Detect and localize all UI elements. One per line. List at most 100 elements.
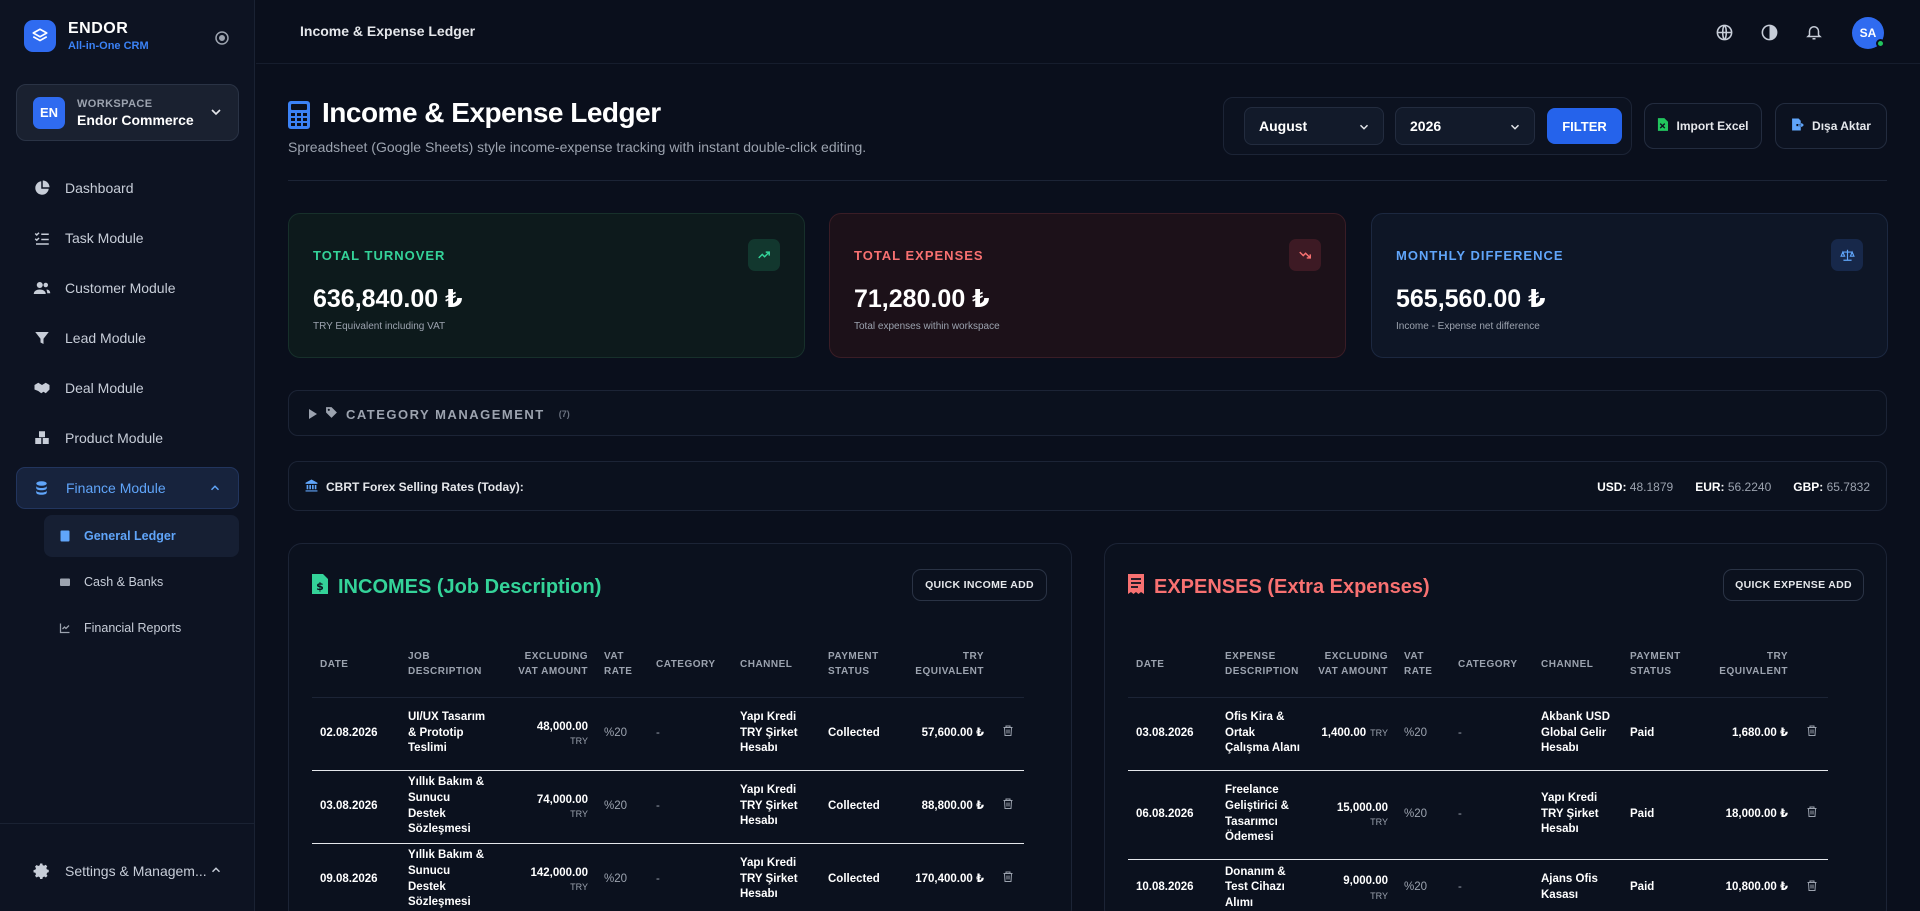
cell-amount[interactable]: 142,000.00 TRY <box>494 843 596 911</box>
table-row[interactable]: 03.08.2026 Ofis Kira & Ortak Çalışma Ala… <box>1128 697 1828 771</box>
cell-date[interactable]: 02.08.2026 <box>312 697 400 771</box>
cell-status[interactable]: Collected <box>820 770 902 844</box>
table-row[interactable]: 02.08.2026 UI/UX Tasarım & Prototip Tesl… <box>312 697 1024 771</box>
col-category[interactable]: CATEGORY <box>648 632 732 698</box>
sidebar-subitem-cash-banks[interactable]: Cash & Banks <box>44 561 239 603</box>
trash-icon[interactable] <box>1796 697 1828 771</box>
cell-date[interactable]: 06.08.2026 <box>1128 770 1217 860</box>
month-select[interactable]: August <box>1244 107 1384 145</box>
table-row[interactable]: 10.08.2026 Donanım & Test Cihazı Alımı 9… <box>1128 859 1828 911</box>
cell-vat[interactable]: %20 <box>1396 859 1450 911</box>
sidebar: ENDOR All-in-One CRM EN WORKSPACE Endor … <box>0 0 255 911</box>
cell-category[interactable]: - <box>1450 770 1533 860</box>
cell-vat[interactable]: %20 <box>596 697 648 771</box>
cell-date[interactable]: 09.08.2026 <box>312 843 400 911</box>
filter-button[interactable]: FILTER <box>1547 108 1622 144</box>
cell-category[interactable]: - <box>648 770 732 844</box>
cell-description[interactable]: Yıllık Bakım & Sunucu Destek Sözleşmesi <box>400 843 494 911</box>
sidebar-item-lead-module[interactable]: Lead Module <box>16 317 239 359</box>
year-select[interactable]: 2026 <box>1395 107 1535 145</box>
cell-channel[interactable]: Yapı Kredi TRY Şirket Hesabı <box>1533 770 1622 860</box>
cell-vat[interactable]: %20 <box>1396 697 1450 771</box>
cell-channel[interactable]: Ajans Ofis Kasası <box>1533 859 1622 911</box>
col-amount[interactable]: EXCLUDING VAT AMOUNT <box>494 632 596 698</box>
trash-icon[interactable] <box>992 770 1024 844</box>
cell-vat[interactable]: %20 <box>596 843 648 911</box>
export-button[interactable]: Dışa Aktar <box>1775 103 1887 149</box>
trash-icon[interactable] <box>992 697 1024 771</box>
sidebar-item-product-module[interactable]: Product Module <box>16 417 239 459</box>
table-header-row: DATE JOB DESCRIPTION EXCLUDING VAT AMOUNT … <box>312 632 1024 698</box>
col-try[interactable]: TRY EQUIVALENT <box>902 632 992 698</box>
cell-status[interactable]: Paid <box>1622 859 1700 911</box>
col-date[interactable]: DATE <box>1128 632 1217 698</box>
cell-category[interactable]: - <box>648 843 732 911</box>
col-channel[interactable]: CHANNEL <box>1533 632 1622 698</box>
cell-channel[interactable]: Yapı Kredi TRY Şirket Hesabı <box>732 843 820 911</box>
col-description[interactable]: JOB DESCRIPTION <box>400 632 494 698</box>
col-channel[interactable]: CHANNEL <box>732 632 820 698</box>
col-status[interactable]: PAYMENT STATUS <box>820 632 902 698</box>
trash-icon[interactable] <box>1796 770 1828 860</box>
cell-date[interactable]: 03.08.2026 <box>312 770 400 844</box>
cell-amount[interactable]: 48,000.00 TRY <box>494 697 596 771</box>
cell-date[interactable]: 10.08.2026 <box>1128 859 1217 911</box>
sidebar-toggle-icon[interactable] <box>213 29 231 47</box>
quick-income-add-button[interactable]: QUICK INCOME ADD <box>912 569 1047 601</box>
stat-label: TOTAL EXPENSES <box>854 248 984 263</box>
cell-vat[interactable]: %20 <box>596 770 648 844</box>
cell-vat[interactable]: %20 <box>1396 770 1450 860</box>
trash-icon[interactable] <box>992 843 1024 911</box>
cell-status[interactable]: Collected <box>820 697 902 771</box>
theme-toggle-icon[interactable] <box>1759 22 1779 42</box>
user-avatar[interactable]: SA <box>1852 17 1885 49</box>
cell-description[interactable]: Yıllık Bakım & Sunucu Destek Sözleşmesi <box>400 770 494 844</box>
incomes-table: DATE JOB DESCRIPTION EXCLUDING VAT AMOUNT … <box>312 632 1024 911</box>
table-row[interactable]: 03.08.2026 Yıllık Bakım & Sunucu Destek … <box>312 770 1024 844</box>
sidebar-item-settings[interactable]: Settings & Managem... <box>16 850 239 892</box>
brand[interactable]: ENDOR All-in-One CRM <box>24 20 149 52</box>
quick-expense-add-button[interactable]: QUICK EXPENSE ADD <box>1723 569 1864 601</box>
sidebar-item-customer-module[interactable]: Customer Module <box>16 267 239 309</box>
col-try[interactable]: TRY EQUIVALENT <box>1700 632 1796 698</box>
sidebar-item-deal-module[interactable]: Deal Module <box>16 367 239 409</box>
sidebar-subitem-general-ledger[interactable]: General Ledger <box>44 515 239 557</box>
cell-channel[interactable]: Yapı Kredi TRY Şirket Hesabı <box>732 697 820 771</box>
cell-description[interactable]: Freelance Geliştirici & Tasarımcı Ödemes… <box>1217 770 1308 860</box>
cell-status[interactable]: Paid <box>1622 697 1700 771</box>
table-row[interactable]: 06.08.2026 Freelance Geliştirici & Tasar… <box>1128 770 1828 860</box>
sidebar-item-task-module[interactable]: Task Module <box>16 217 239 259</box>
cell-description[interactable]: UI/UX Tasarım & Prototip Teslimi <box>400 697 494 771</box>
cell-description[interactable]: Ofis Kira & Ortak Çalışma Alanı <box>1217 697 1308 771</box>
sidebar-item-dashboard[interactable]: Dashboard <box>16 167 239 209</box>
cell-amount[interactable]: 1,400.00 TRY <box>1308 697 1396 771</box>
workspace-switcher[interactable]: EN WORKSPACE Endor Commerce <box>16 84 239 141</box>
cell-amount[interactable]: 15,000.00 TRY <box>1308 770 1396 860</box>
col-date[interactable]: DATE <box>312 632 400 698</box>
cell-category[interactable]: - <box>648 697 732 771</box>
category-management-toggle[interactable]: CATEGORY MANAGEMENT (7) <box>288 390 1887 436</box>
bell-icon[interactable] <box>1804 22 1824 42</box>
cell-amount[interactable]: 9,000.00 TRY <box>1308 859 1396 911</box>
import-excel-button[interactable]: Import Excel <box>1644 103 1762 149</box>
globe-icon[interactable] <box>1714 22 1734 42</box>
cell-category[interactable]: - <box>1450 697 1533 771</box>
cell-amount[interactable]: 74,000.00 TRY <box>494 770 596 844</box>
col-category[interactable]: CATEGORY <box>1450 632 1533 698</box>
cell-category[interactable]: - <box>1450 859 1533 911</box>
col-amount[interactable]: EXCLUDING VAT AMOUNT <box>1308 632 1396 698</box>
table-row[interactable]: 09.08.2026 Yıllık Bakım & Sunucu Destek … <box>312 843 1024 911</box>
cell-channel[interactable]: Akbank USD Global Gelir Hesabı <box>1533 697 1622 771</box>
cell-date[interactable]: 03.08.2026 <box>1128 697 1217 771</box>
sidebar-subitem-financial-reports[interactable]: Financial Reports <box>44 607 239 649</box>
col-vat[interactable]: VAT RATE <box>1396 632 1450 698</box>
trash-icon[interactable] <box>1796 859 1828 911</box>
col-description[interactable]: EXPENSE DESCRIPTION <box>1217 632 1308 698</box>
cell-channel[interactable]: Yapı Kredi TRY Şirket Hesabı <box>732 770 820 844</box>
col-vat[interactable]: VAT RATE <box>596 632 648 698</box>
sidebar-item-finance-module[interactable]: Finance Module <box>16 467 239 509</box>
cell-status[interactable]: Collected <box>820 843 902 911</box>
col-status[interactable]: PAYMENT STATUS <box>1622 632 1700 698</box>
cell-description[interactable]: Donanım & Test Cihazı Alımı <box>1217 859 1308 911</box>
cell-status[interactable]: Paid <box>1622 770 1700 860</box>
